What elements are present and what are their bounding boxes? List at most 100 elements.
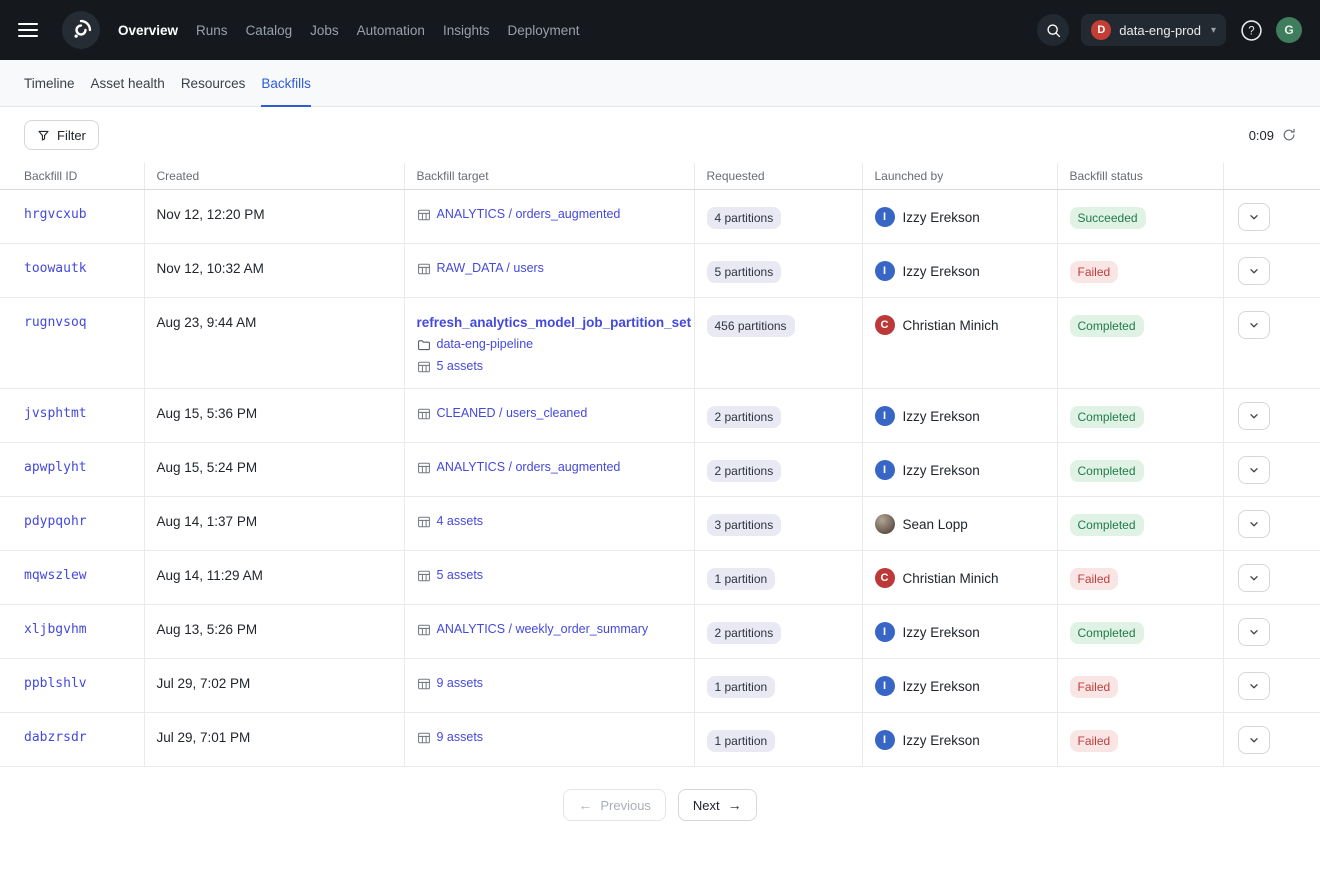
cell-backfill-id: hrgvcxub: [0, 190, 144, 244]
row-actions-dropdown-button[interactable]: [1238, 510, 1270, 538]
asset-link[interactable]: ANALYTICS / orders_augmented: [437, 460, 621, 475]
asset-link[interactable]: ANALYTICS / weekly_order_summary: [437, 622, 649, 637]
nav-item-jobs[interactable]: Jobs: [310, 23, 339, 38]
cell-launched-by: Sean Lopp: [862, 497, 1057, 551]
row-actions-dropdown-button[interactable]: [1238, 672, 1270, 700]
backfill-id-link[interactable]: pdypqohr: [24, 514, 87, 529]
cell-actions: [1223, 497, 1320, 551]
asset-link[interactable]: 9 assets: [437, 730, 484, 745]
launched-by-avatar: I: [875, 261, 895, 281]
backfill-id-link[interactable]: ppblshlv: [24, 676, 87, 691]
asset-link[interactable]: CLEANED / users_cleaned: [437, 406, 588, 421]
nav-item-automation[interactable]: Automation: [357, 23, 425, 38]
row-actions-dropdown-button[interactable]: [1238, 203, 1270, 231]
help-icon[interactable]: ?: [1238, 17, 1264, 43]
refresh-countdown: 0:09: [1249, 128, 1274, 143]
partitions-badge[interactable]: 5 partitions: [707, 261, 782, 283]
nav-item-runs[interactable]: Runs: [196, 23, 228, 38]
asset-link[interactable]: 4 assets: [437, 514, 484, 529]
asset-link[interactable]: 9 assets: [437, 676, 484, 691]
partitions-badge[interactable]: 1 partition: [707, 676, 776, 698]
search-icon[interactable]: [1037, 14, 1069, 46]
asset-link[interactable]: 5 assets: [437, 359, 484, 374]
backfill-id-link[interactable]: jvsphtmt: [24, 406, 87, 421]
asset-target-line: data-eng-pipeline: [417, 337, 682, 352]
backfill-id-link[interactable]: toowautk: [24, 261, 87, 276]
partitions-badge[interactable]: 4 partitions: [707, 207, 782, 229]
row-actions-dropdown-button[interactable]: [1238, 618, 1270, 646]
asset-target-line: ANALYTICS / orders_augmented: [417, 460, 682, 475]
cell-backfill-id: ppblshlv: [0, 659, 144, 713]
partitions-badge[interactable]: 2 partitions: [707, 406, 782, 428]
backfill-row: dabzrsdrJul 29, 7:01 PM9 assets1 partiti…: [0, 713, 1320, 767]
cell-requested: 456 partitions: [694, 298, 862, 389]
user-avatar-button[interactable]: G: [1276, 17, 1302, 43]
deployment-badge: D: [1091, 20, 1111, 40]
topnav-right: D data-eng-prod ▾ ? G: [1037, 14, 1302, 46]
cell-launched-by: IIzzy Erekson: [862, 443, 1057, 497]
tab-backfills[interactable]: Backfills: [261, 60, 311, 106]
table-icon: [417, 262, 431, 276]
deployment-switcher[interactable]: D data-eng-prod ▾: [1081, 14, 1226, 46]
backfill-id-link[interactable]: apwplyht: [24, 460, 87, 475]
cell-backfill-target: 4 assets: [404, 497, 694, 551]
partitions-badge[interactable]: 1 partition: [707, 568, 776, 590]
row-actions-dropdown-button[interactable]: [1238, 311, 1270, 339]
row-actions-dropdown-button[interactable]: [1238, 726, 1270, 754]
cell-backfill-status: Failed: [1057, 713, 1223, 767]
launched-by-avatar: I: [875, 622, 895, 642]
next-page-button[interactable]: Next →: [678, 789, 757, 821]
dagster-logo-icon[interactable]: [62, 11, 100, 49]
asset-link[interactable]: 5 assets: [437, 568, 484, 583]
asset-target-line: 4 assets: [417, 514, 682, 529]
previous-page-button[interactable]: ← Previous: [563, 789, 666, 821]
cell-backfill-status: Completed: [1057, 443, 1223, 497]
partitions-badge[interactable]: 2 partitions: [707, 460, 782, 482]
backfill-id-link[interactable]: dabzrsdr: [24, 730, 87, 745]
launched-by-name: Christian Minich: [903, 318, 999, 333]
partitions-badge[interactable]: 3 partitions: [707, 514, 782, 536]
row-actions-dropdown-button[interactable]: [1238, 257, 1270, 285]
cell-launched-by: IIzzy Erekson: [862, 605, 1057, 659]
partitions-badge[interactable]: 1 partition: [707, 730, 776, 752]
cell-requested: 1 partition: [694, 551, 862, 605]
launched-by-name: Christian Minich: [903, 571, 999, 586]
status-badge: Completed: [1070, 460, 1144, 482]
row-actions-dropdown-button[interactable]: [1238, 402, 1270, 430]
backfill-id-link[interactable]: xljbgvhm: [24, 622, 87, 637]
cell-requested: 2 partitions: [694, 443, 862, 497]
nav-item-insights[interactable]: Insights: [443, 23, 490, 38]
backfill-id-link[interactable]: mqwszlew: [24, 568, 87, 583]
pagination: ← Previous Next →: [0, 767, 1320, 843]
nav-item-catalog[interactable]: Catalog: [246, 23, 293, 38]
asset-target-line: 5 assets: [417, 568, 682, 583]
cell-backfill-target: CLEANED / users_cleaned: [404, 389, 694, 443]
cell-backfill-target: ANALYTICS / weekly_order_summary: [404, 605, 694, 659]
table-icon: [417, 208, 431, 222]
status-badge: Completed: [1070, 406, 1144, 428]
row-actions-dropdown-button[interactable]: [1238, 564, 1270, 592]
partitions-badge[interactable]: 456 partitions: [707, 315, 795, 337]
tab-resources[interactable]: Resources: [181, 60, 246, 106]
row-actions-dropdown-button[interactable]: [1238, 456, 1270, 484]
filter-button[interactable]: Filter: [24, 120, 99, 150]
backfill-id-link[interactable]: rugnvsoq: [24, 315, 87, 330]
asset-link[interactable]: RAW_DATA / users: [437, 261, 544, 276]
refresh-icon[interactable]: [1282, 128, 1296, 142]
cell-created: Aug 15, 5:24 PM: [144, 443, 404, 497]
cell-backfill-target: refresh_analytics_model_job_partition_se…: [404, 298, 694, 389]
table-icon: [417, 515, 431, 529]
job-target-line: refresh_analytics_model_job_partition_se…: [417, 315, 682, 330]
backfill-id-link[interactable]: hrgvcxub: [24, 207, 87, 222]
tab-timeline[interactable]: Timeline: [24, 60, 75, 106]
cell-backfill-status: Completed: [1057, 298, 1223, 389]
hamburger-menu-icon[interactable]: [18, 14, 50, 46]
nav-item-overview[interactable]: Overview: [118, 23, 178, 38]
job-link[interactable]: refresh_analytics_model_job_partition_se…: [417, 315, 692, 330]
asset-link[interactable]: ANALYTICS / orders_augmented: [437, 207, 621, 222]
status-badge: Failed: [1070, 261, 1119, 283]
partitions-badge[interactable]: 2 partitions: [707, 622, 782, 644]
asset-link[interactable]: data-eng-pipeline: [437, 337, 534, 352]
nav-item-deployment[interactable]: Deployment: [507, 23, 579, 38]
tab-asset-health[interactable]: Asset health: [91, 60, 165, 106]
